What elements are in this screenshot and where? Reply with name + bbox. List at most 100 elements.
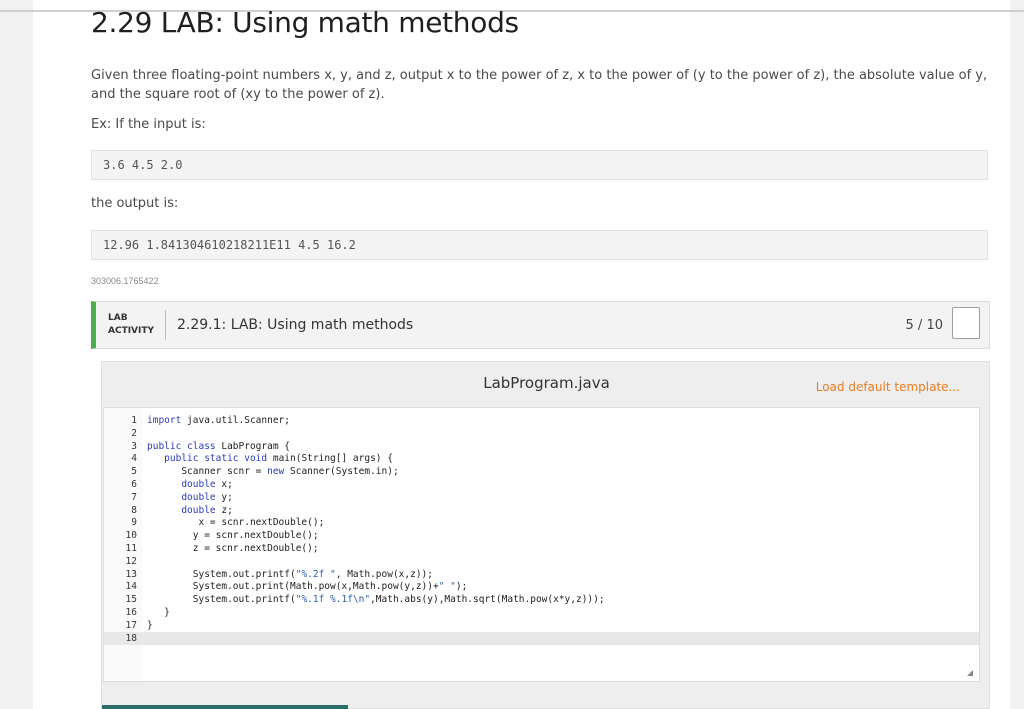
code-line[interactable]: 6 double x;	[104, 478, 979, 491]
code-text: z = scnr.nextDouble();	[147, 542, 319, 555]
line-number: 18	[125, 632, 137, 644]
line-number: 16	[125, 607, 137, 618]
line-number: 14	[125, 581, 137, 593]
code-text: public static void main(String[] args) {	[147, 452, 393, 465]
line-number: 2	[131, 427, 137, 439]
code-line[interactable]: 10 y = scnr.nextDouble();	[104, 529, 979, 542]
code-token: }	[147, 619, 153, 631]
activity-score: 5 / 10	[905, 318, 943, 333]
line-number: 12	[125, 555, 137, 567]
code-line[interactable]: 11 z = scnr.nextDouble();	[104, 542, 979, 555]
line-number: 6	[131, 479, 137, 490]
line-number: 10	[125, 530, 137, 542]
code-token: , Math.pow(x,z));	[335, 568, 433, 580]
code-text: System.out.print(Math.pow(x,Math.pow(y,z…	[147, 580, 468, 593]
code-string: "%.2f "	[295, 568, 336, 580]
code-token: Scanner(System.in);	[284, 466, 399, 478]
code-token: z;	[215, 504, 233, 516]
load-default-template-link[interactable]: Load default template...	[816, 380, 960, 394]
code-line[interactable]: 4 public static void main(String[] args)…	[104, 452, 979, 465]
code-keyword: new	[267, 466, 285, 478]
code-token: System.out.printf(	[147, 568, 296, 580]
line-number: 13	[125, 568, 137, 580]
code-line[interactable]: 13 System.out.printf("%.2f ", Math.pow(x…	[104, 568, 979, 581]
code-line[interactable]: 18	[104, 631, 979, 645]
code-token: }	[147, 607, 170, 618]
code-token: System.out.print(Math.pow(x,Math.pow(y,z…	[147, 581, 439, 593]
activity-title: 2.29.1: LAB: Using math methods	[177, 317, 414, 333]
activity-type-label: LAB ACTIVITY	[108, 312, 154, 338]
code-token: Scanner scnr =	[147, 466, 268, 478]
lab-activity-header: LAB ACTIVITY 2.29.1: LAB: Using math met…	[91, 301, 990, 349]
code-line[interactable]: 7 double y;	[104, 491, 979, 504]
code-token: java.util.Scanner;	[181, 415, 290, 426]
code-token: x;	[215, 479, 233, 490]
code-editor[interactable]: 1 import java.util.Scanner; 2 3 public class…	[103, 407, 980, 682]
input-example-box: 3.6 4.5 2.0	[91, 150, 988, 180]
code-token: x = scnr.nextDouble();	[147, 517, 325, 529]
code-text: y = scnr.nextDouble();	[147, 529, 319, 542]
activity-id-text: 303006.1765422	[91, 276, 159, 286]
resize-handle-icon[interactable]	[967, 670, 973, 676]
code-text: double x;	[147, 478, 233, 491]
line-number: 17	[125, 619, 137, 631]
line-number: 1	[131, 415, 137, 426]
code-text: public class LabProgram {	[147, 440, 290, 453]
code-line[interactable]: 14 System.out.print(Math.pow(x,Math.pow(…	[104, 580, 979, 593]
line-number: 7	[131, 491, 137, 503]
code-token: );	[455, 581, 468, 593]
code-token: System.out.printf(	[147, 594, 296, 606]
activity-tag-line1: LAB	[108, 313, 128, 323]
code-text: double z;	[147, 504, 233, 517]
output-example-box: 12.96 1.841304610218211E11 4.5 16.2	[91, 230, 988, 260]
code-token: z = scnr.nextDouble();	[147, 543, 319, 554]
code-token: y = scnr.nextDouble();	[147, 530, 319, 542]
code-string: " "	[438, 581, 456, 593]
code-string: "%.1f %.1f\n"	[295, 594, 371, 606]
line-number: 3	[131, 440, 137, 452]
code-text: }	[147, 619, 153, 632]
code-line[interactable]: 9 x = scnr.nextDouble();	[104, 516, 979, 529]
code-keyword: import	[147, 415, 182, 426]
code-text: System.out.printf("%.1f %.1f\n",Math.abs…	[147, 593, 605, 606]
example-label: Ex: If the input is:	[91, 117, 206, 132]
code-text: }	[147, 606, 170, 619]
code-line[interactable]: 5 Scanner scnr = new Scanner(System.in);	[104, 465, 979, 478]
problem-description: Given three floating-point numbers x, y,…	[91, 68, 988, 102]
code-keyword: public static void	[164, 453, 268, 465]
code-text: x = scnr.nextDouble();	[147, 516, 324, 529]
line-number: 11	[125, 543, 137, 554]
code-line[interactable]: 17}	[104, 619, 979, 632]
code-line[interactable]: 12	[104, 555, 979, 568]
code-token: LabProgram {	[215, 440, 290, 452]
code-line[interactable]: 8 double z;	[104, 504, 979, 517]
code-line[interactable]: 1 import java.util.Scanner;	[104, 414, 979, 427]
code-keyword: public class	[147, 440, 216, 452]
line-number: 8	[131, 504, 137, 516]
output-label: the output is:	[91, 196, 179, 211]
code-keyword: double	[181, 479, 216, 490]
code-line[interactable]: 16 }	[104, 606, 979, 619]
code-text: double y;	[147, 491, 233, 504]
line-number: 4	[131, 453, 137, 465]
line-number: 9	[131, 517, 137, 529]
code-keyword: double	[181, 491, 216, 503]
code-text: System.out.printf("%.2f ", Math.pow(x,z)…	[147, 568, 433, 581]
line-number: 5	[131, 466, 137, 478]
code-token: main(String[] args) {	[267, 453, 393, 465]
code-token: ,Math.abs(y),Math.sqrt(Math.pow(x*y,z)))…	[370, 594, 605, 606]
activity-tag-line2: ACTIVITY	[108, 326, 155, 336]
activity-divider	[165, 310, 166, 340]
code-line[interactable]: 2	[104, 427, 979, 440]
code-line[interactable]: 3 public class LabProgram {	[104, 440, 979, 453]
bottom-tab-strip	[102, 705, 348, 709]
code-line[interactable]: 15 System.out.printf("%.1f %.1f\n",Math.…	[104, 593, 979, 606]
code-text: Scanner scnr = new Scanner(System.in);	[147, 465, 399, 478]
page-title: 2.29 LAB: Using math methods	[91, 6, 519, 39]
lab-editor-panel: LabProgram.java Load default template...…	[101, 361, 990, 709]
code-keyword: double	[181, 504, 216, 516]
